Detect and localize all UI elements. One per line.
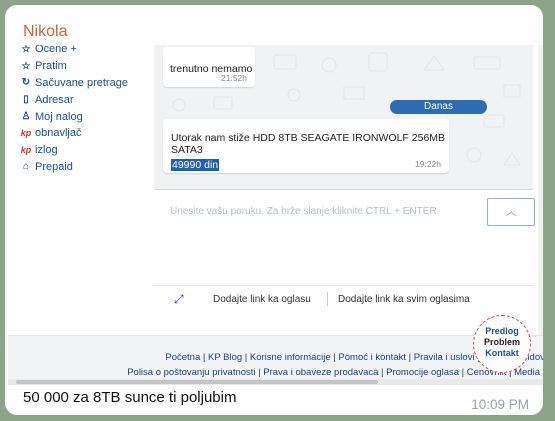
star-icon: ☆ xyxy=(21,60,31,72)
message-composer[interactable]: Unesite vašu poruku. Za brže slanje klik… xyxy=(154,189,535,285)
scrollbar-thumb[interactable] xyxy=(16,380,378,384)
expand-icon[interactable]: ⤢ xyxy=(174,292,184,307)
sidebar-item-label: Ocene + xyxy=(35,45,77,56)
message-timestamp: 10:09 PM xyxy=(471,397,529,412)
date-divider: Danas xyxy=(390,100,487,114)
message-text: Utorak nam stiže HDD 8TB SEAGATE IRONWOL… xyxy=(171,132,446,156)
sidebar-item-label: Moj nalog xyxy=(35,110,83,123)
sidebar: ☆ Ocene + ☆ Pratim ↻ Sačuvane pretrage ▯… xyxy=(19,45,149,175)
chat-message: Utorak nam stiže HDD 8TB SEAGATE IRONWOL… xyxy=(163,119,449,173)
sidebar-item-ocene[interactable]: ☆ Ocene + xyxy=(19,45,149,58)
refresh-icon: ↻ xyxy=(21,77,31,89)
sidebar-item-label: Sačuvane pretrage xyxy=(35,76,128,89)
add-all-ads-link-button[interactable]: Dodajte link ka svim oglasima xyxy=(338,294,470,305)
kp-icon: kp xyxy=(20,145,32,156)
chat-message: trenutno nemamo 21:52h xyxy=(163,47,255,87)
selected-price-text[interactable]: 49990 din xyxy=(171,159,220,171)
sidebar-item-prepaid[interactable]: ⌂ Prepaid xyxy=(19,159,149,176)
add-ad-link-button[interactable]: Dodajte link ka oglasu xyxy=(213,294,311,305)
sidebar-item-izlog[interactable]: kp izlog xyxy=(19,142,149,159)
chat-panel: trenutno nemamo 21:52h Danas Utorak nam … xyxy=(154,45,533,189)
send-button[interactable]: ︿ xyxy=(487,198,535,226)
message-time: 19:22h xyxy=(415,159,441,169)
divider xyxy=(327,292,328,306)
kp-icon: kp xyxy=(20,128,32,139)
sidebar-item-label: obnavljač xyxy=(35,127,82,140)
composer-toolbar: ⤢ Dodajte link ka oglasu Dodajte link ka… xyxy=(154,285,533,313)
sidebar-item-adresar[interactable]: ▯ Adresar xyxy=(19,91,149,108)
vertical-scrollbar[interactable] xyxy=(538,45,543,345)
sidebar-item-obnavljac[interactable]: kp obnavljač xyxy=(19,125,149,142)
book-icon: ▯ xyxy=(23,94,29,106)
feedback-badge[interactable]: Predlog Problem Kontakt xyxy=(473,315,531,373)
sidebar-item-pratim[interactable]: ☆ Pratim xyxy=(19,58,149,75)
sidebar-item-sacuvane-pretrage[interactable]: ↻ Sačuvane pretrage xyxy=(19,75,149,92)
attached-screenshot[interactable]: ☆ Ocene + ☆ Pratim ↻ Sačuvane pretrage ▯… xyxy=(8,45,543,385)
badge-label: Kontakt xyxy=(485,348,519,358)
message-time: 21:52h xyxy=(221,73,247,83)
home-icon: ⌂ xyxy=(22,161,30,173)
badge-label: Problem xyxy=(483,337,520,347)
footer-links-row[interactable]: Polisa o poštovanju privatnosti | Prava … xyxy=(127,367,540,378)
chevron-up-icon: ︿ xyxy=(505,205,517,218)
message-input-placeholder: Unesite vašu poruku. Za brže slanje klik… xyxy=(170,206,440,217)
badge-label: Predlog xyxy=(485,326,519,336)
sidebar-item-label: Prepaid xyxy=(35,160,73,173)
sidebar-item-label: izlog xyxy=(35,144,58,157)
message-bubble: Nikola ☆ Ocene + ☆ Pratim ↻ Sačuvane pre… xyxy=(5,5,543,415)
star-icon: ☆ xyxy=(21,45,31,55)
horizontal-scrollbar[interactable] xyxy=(8,379,543,385)
message-caption: 50 000 za 8TB sunce ti poljubim xyxy=(23,389,237,406)
sidebar-item-moj-nalog[interactable]: ♙ Moj nalog xyxy=(19,108,149,125)
user-icon: ♙ xyxy=(21,111,31,123)
sidebar-item-label: Pratim xyxy=(35,60,67,73)
sender-name[interactable]: Nikola xyxy=(23,23,67,41)
sidebar-item-label: Adresar xyxy=(35,93,74,106)
